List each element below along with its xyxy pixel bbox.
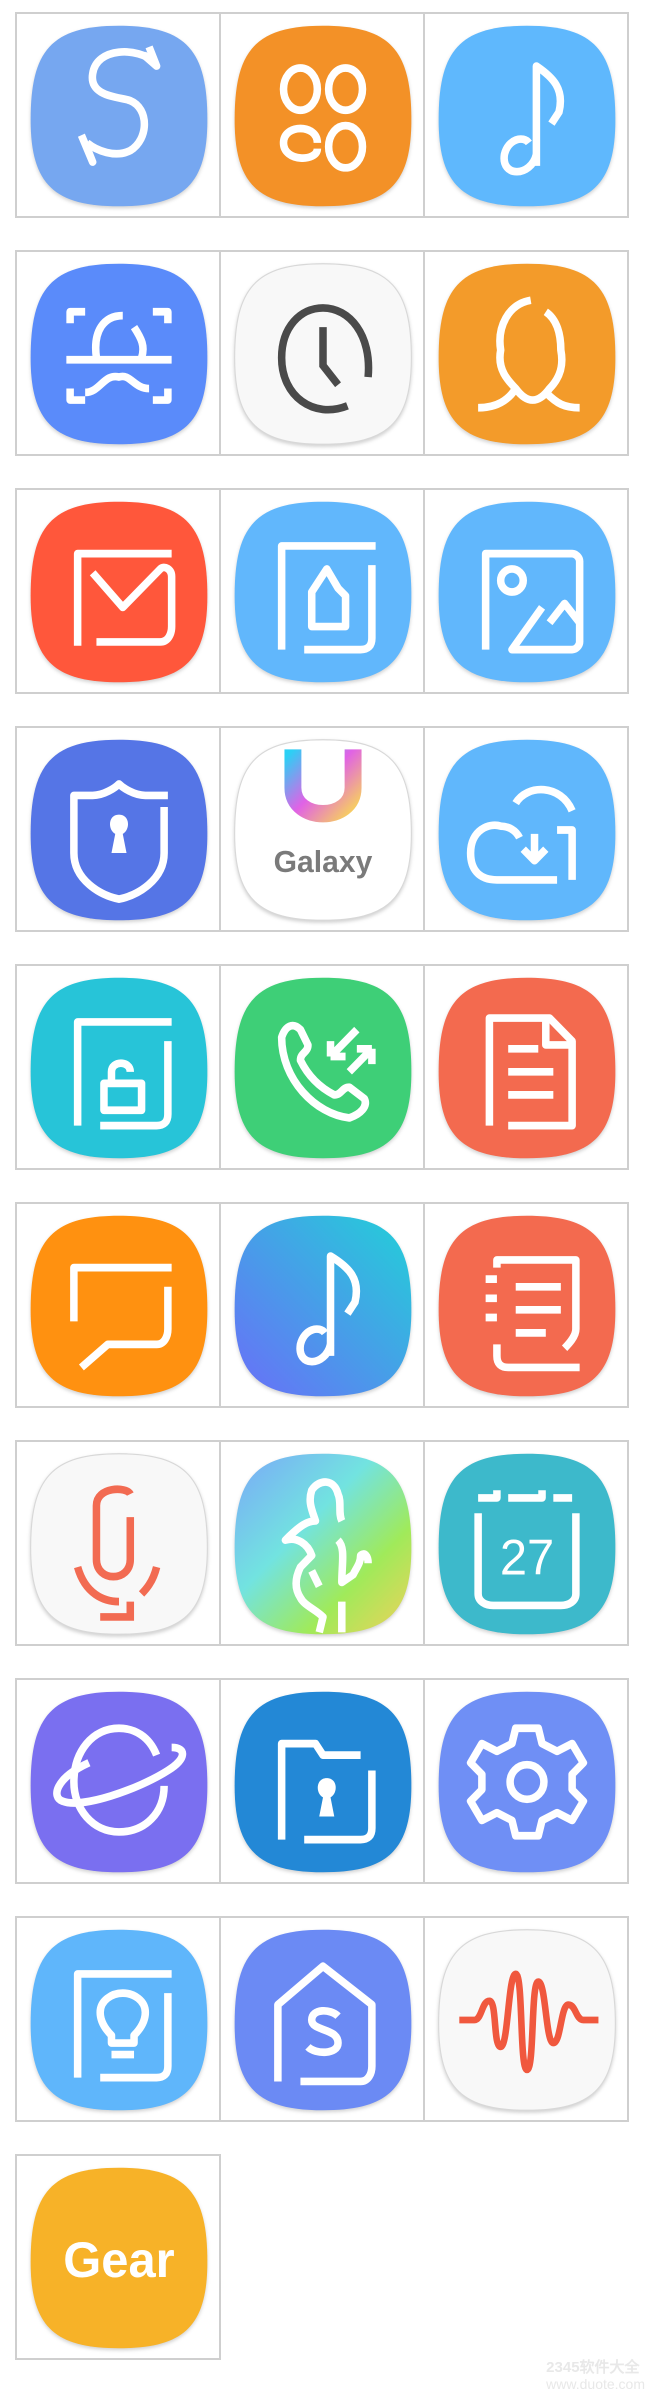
galaxy-store-icon: Galaxy xyxy=(234,739,412,921)
tips-bulb-icon xyxy=(30,1929,208,2111)
icon-cell[interactable] xyxy=(219,964,425,1170)
icon-row xyxy=(15,1678,635,1884)
samsung-switch-icon xyxy=(30,25,208,207)
icon-cell[interactable] xyxy=(423,964,629,1170)
icon-row: Gear xyxy=(15,2154,635,2360)
face-scan-icon xyxy=(30,263,208,445)
gear-app-label: Gear xyxy=(63,2233,174,2289)
clock-icon xyxy=(234,263,412,445)
icon-cell[interactable] xyxy=(219,1678,425,1884)
icon-cell[interactable] xyxy=(15,1916,221,2122)
icon-cell[interactable] xyxy=(15,726,221,932)
watermark-line1: 2345软件大全 xyxy=(546,2359,640,2376)
calendar-date: 27 xyxy=(500,1530,554,1586)
galaxy-store-label: Galaxy xyxy=(274,845,373,879)
cloud-sync-icon xyxy=(438,739,616,921)
icon-cell[interactable] xyxy=(423,250,629,456)
health-icon xyxy=(234,1453,412,1635)
icon-cell[interactable] xyxy=(423,726,629,932)
icon-row xyxy=(15,1202,635,1408)
notes-icon xyxy=(438,1215,616,1397)
call-forward-icon xyxy=(234,977,412,1159)
face-recognition-icon xyxy=(438,263,616,445)
icon-row xyxy=(15,250,635,456)
icon-cell[interactable] xyxy=(423,1202,629,1408)
icon-cell[interactable] xyxy=(423,1678,629,1884)
document-icon xyxy=(438,977,616,1159)
icon-cell[interactable]: Gear xyxy=(15,2154,221,2360)
icon-cell[interactable] xyxy=(219,488,425,694)
icon-row xyxy=(15,1916,635,2122)
icon-cell[interactable] xyxy=(15,1678,221,1884)
icon-cell[interactable] xyxy=(15,250,221,456)
icon-cell[interactable] xyxy=(423,12,629,218)
icon-cell[interactable] xyxy=(15,12,221,218)
icon-cell[interactable] xyxy=(219,1916,425,2122)
icon-cell[interactable] xyxy=(15,964,221,1170)
icon-cell[interactable] xyxy=(423,488,629,694)
icon-cell[interactable] xyxy=(15,1202,221,1408)
icon-cell[interactable] xyxy=(219,1202,425,1408)
icon-cell[interactable] xyxy=(219,250,425,456)
icon-row xyxy=(15,12,635,218)
music-gradient-icon xyxy=(234,1215,412,1397)
my-files-icon xyxy=(234,1691,412,1873)
secure-folder-icon xyxy=(30,977,208,1159)
galaxy-apps-icon xyxy=(234,25,412,207)
icon-row: Galaxy xyxy=(15,726,635,932)
email-icon xyxy=(30,501,208,683)
settings-gear-icon xyxy=(438,1691,616,1873)
internet-planet-icon xyxy=(30,1691,208,1873)
icon-row xyxy=(15,488,635,694)
icon-cell[interactable] xyxy=(219,1440,425,1646)
icon-row: 27 xyxy=(15,1440,635,1646)
icon-cell[interactable]: Galaxy xyxy=(219,726,425,932)
voice-recorder-icon xyxy=(30,1453,208,1635)
icon-row xyxy=(15,964,635,1170)
message-icon xyxy=(30,1215,208,1397)
icon-cell[interactable] xyxy=(15,488,221,694)
icon-cell[interactable] xyxy=(423,1916,629,2122)
home-frame-icon xyxy=(234,501,412,683)
watermark-line2: www.duote.com xyxy=(546,2376,645,2392)
icon-cell[interactable] xyxy=(15,1440,221,1646)
icon-cell[interactable]: 27 xyxy=(423,1440,629,1646)
gallery-icon xyxy=(438,501,616,683)
secure-shield-icon xyxy=(30,739,208,921)
smart-home-icon xyxy=(234,1929,412,2111)
music-icon xyxy=(438,25,616,207)
gear-app-icon: Gear xyxy=(30,2167,208,2349)
calendar-icon: 27 xyxy=(438,1453,616,1635)
icon-cell[interactable] xyxy=(219,12,425,218)
icon-grid: Galaxy 27 Gear xyxy=(15,12,635,2392)
watermark: 2345软件大全 www.duote.com xyxy=(546,2359,645,2393)
sound-wave-icon xyxy=(438,1929,616,2111)
